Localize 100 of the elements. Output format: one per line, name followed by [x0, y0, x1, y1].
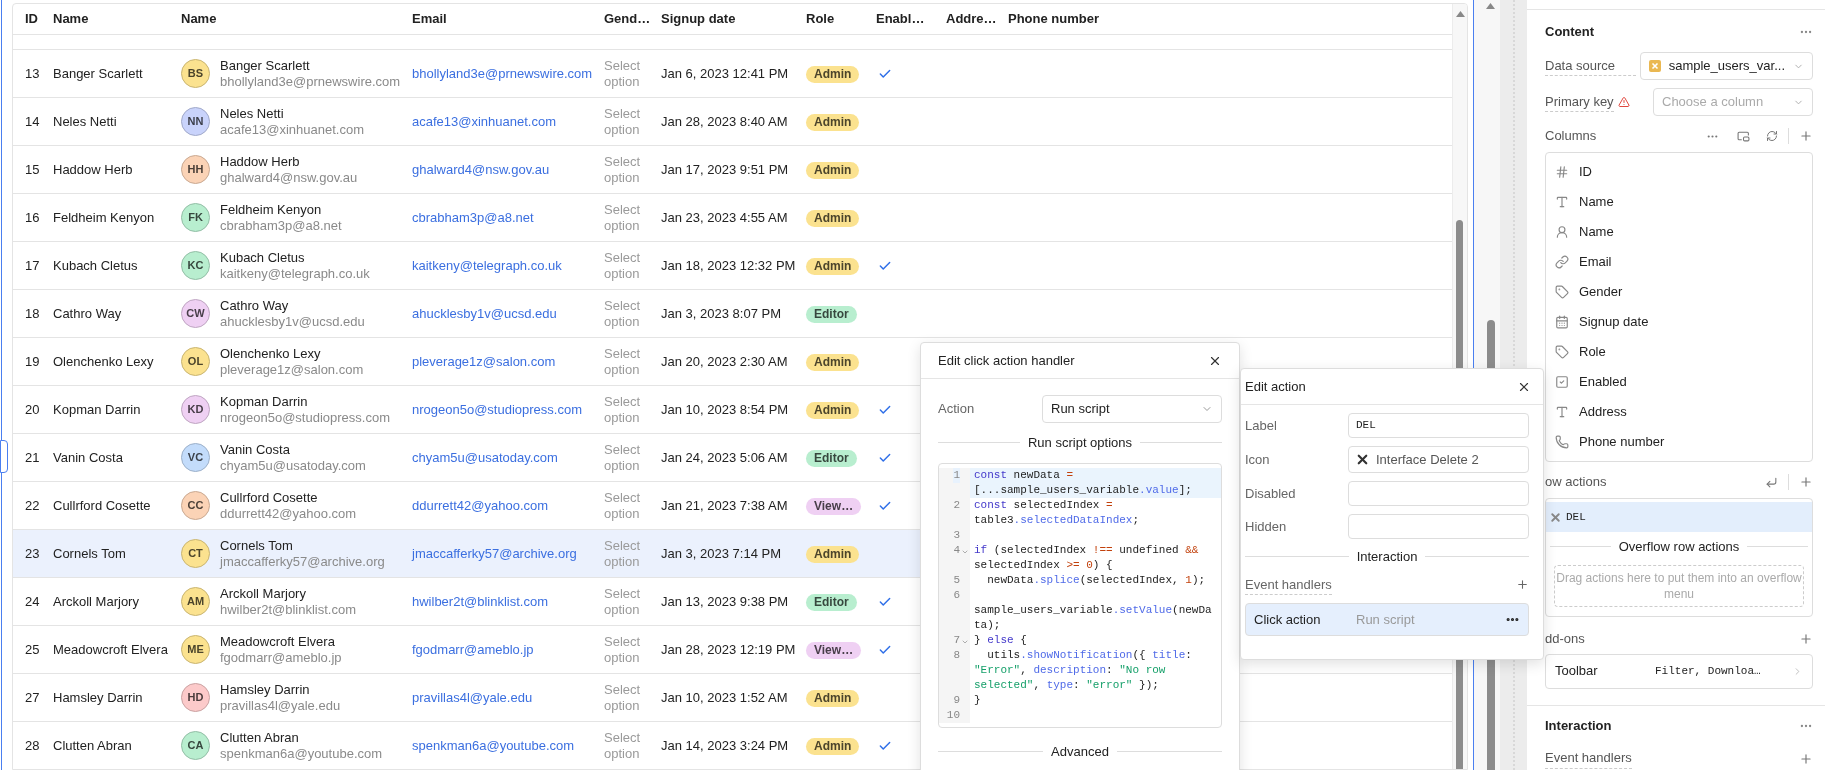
avatar: AM	[181, 587, 210, 616]
table-cell-text: 19	[24, 352, 41, 371]
table-cell-text: 27	[24, 688, 41, 707]
user-name: Cullrford Cosette	[220, 489, 319, 506]
table-cell-text: Jan 28, 2023 12:19 PM	[661, 640, 797, 659]
user-email: ddurrett42@yahoo.com	[220, 505, 357, 522]
line-number: 7	[953, 632, 960, 648]
table-cell-text: Cathro Way	[53, 304, 123, 323]
section-label: Columns	[1545, 127, 1597, 146]
user-email: nrogeon5o@studiopress.com	[220, 409, 390, 426]
role-tag: Admin	[806, 257, 860, 275]
user-name: Arckoll Marjory	[220, 585, 307, 602]
avatar: CT	[181, 539, 210, 568]
role-tag: Admin	[806, 161, 860, 179]
table-cell-text: Jan 10, 2023 8:54 PM	[661, 400, 790, 419]
role-tag: Editor	[806, 305, 857, 323]
role-tag: Admin	[806, 65, 860, 83]
line-number: 9	[953, 692, 960, 708]
table-cell-text: Haddow Herb	[53, 160, 134, 179]
table-cell-text: 25	[24, 640, 41, 659]
user-email: kaitkeny@telegraph.co.uk	[220, 265, 370, 282]
user-name: Olenchenko Lexy	[220, 345, 322, 362]
user-name: Vanin Costa	[220, 441, 291, 458]
code-line: const selectedIndex = table3.selectedDataIndex;	[973, 497, 1141, 528]
user-name: Banger Scarlett	[220, 57, 311, 74]
table-cell-text: Neles Netti	[53, 112, 118, 131]
role-tag: Editor	[806, 449, 857, 467]
field-label: Event handlers	[1245, 574, 1332, 595]
user-name: Kopman Darrin	[220, 393, 309, 410]
avatar: HH	[181, 155, 210, 184]
user-email: jmaccafferky57@archive.org	[220, 553, 385, 570]
user-email: hwilber2t@blinklist.com	[220, 601, 357, 618]
avatar: OL	[181, 347, 210, 376]
table-cell-text: Jan 14, 2023 3:24 PM	[661, 736, 790, 755]
user-email: spenkman6a@youtube.com	[220, 745, 383, 762]
user-name: Haddow Herb	[220, 153, 301, 170]
table-cell-text: Arckoll Marjory	[53, 592, 140, 611]
user-name: Hamsley Darrin	[220, 681, 311, 698]
avatar: KC	[181, 251, 210, 280]
table-cell-text: Meadowcroft Elvera	[53, 640, 169, 659]
section-heading: Advanced	[1051, 742, 1109, 761]
user-email: ghalward4@nsw.gov.au	[220, 169, 358, 186]
table-cell-text: 15	[24, 160, 41, 179]
table-cell-text: 28	[24, 736, 41, 755]
line-number: 1	[953, 467, 960, 483]
table-cell-text: Feldheim Kenyon	[53, 208, 156, 227]
table-cell-text: Banger Scarlett	[53, 64, 144, 83]
user-email: acafe13@xinhuanet.com	[220, 121, 364, 138]
table-cell-text: Jan 21, 2023 7:38 AM	[661, 496, 789, 515]
user-email: chyam5u@usatoday.com	[220, 457, 366, 474]
code-line: } else {	[973, 632, 1028, 648]
section-label: dd-ons	[1545, 629, 1585, 648]
table-cell-text: Kopman Darrin	[53, 400, 142, 419]
handler-action: Run script	[1356, 610, 1416, 629]
popover-title: Edit click action handler	[938, 351, 1075, 370]
table-cell-text: Jan 13, 2023 9:38 PM	[661, 592, 790, 611]
table-cell-text: Jan 24, 2023 5:06 AM	[661, 448, 789, 467]
table-cell-text: Hamsley Darrin	[53, 688, 144, 707]
section-heading: Overflow row actions	[1618, 538, 1740, 556]
table-cell-text: Olenchenko Lexy	[53, 352, 155, 371]
user-name: Clutten Abran	[220, 729, 300, 746]
section-heading: Interaction	[1356, 548, 1418, 566]
user-email: cbrabham3p@a8.net	[220, 217, 342, 234]
table-cell-text: Jan 18, 2023 12:32 PM	[661, 256, 797, 275]
section-title: Content	[1545, 23, 1595, 42]
table-cell-text: 21	[24, 448, 41, 467]
table-cell-text: Vanin Costa	[53, 448, 124, 467]
user-name: Cathro Way	[220, 297, 290, 314]
table-cell-text: Jan 3, 2023 8:07 PM	[661, 304, 782, 323]
role-tag: Admin	[806, 689, 860, 707]
avatar: CA	[181, 731, 210, 760]
table-cell-text: Jan 10, 2023 1:52 AM	[661, 688, 789, 707]
field-label: Disabled	[1245, 484, 1297, 503]
user-name: Neles Netti	[220, 105, 285, 122]
role-tag: Admin	[806, 209, 860, 227]
user-name: Cornels Tom	[220, 537, 294, 554]
avatar: FK	[181, 203, 210, 232]
avatar: NN	[181, 107, 210, 136]
table-cell-text: Jan 17, 2023 9:51 PM	[661, 160, 790, 179]
user-email: bhollyland3e@prnewswire.com	[220, 73, 401, 90]
table-cell-text: 17	[24, 256, 41, 275]
table-cell-text: 24	[24, 592, 41, 611]
table-cell-text: Jan 20, 2023 2:30 AM	[661, 352, 789, 371]
role-tag: View…	[806, 497, 862, 515]
user-email: ahucklesby1v@ucsd.edu	[220, 313, 365, 330]
avatar: CW	[181, 299, 210, 328]
section-heading: Run script options	[1027, 434, 1133, 452]
user-name: Kubach Cletus	[220, 249, 306, 266]
user-name: Feldheim Kenyon	[220, 201, 323, 218]
field-label: Data source	[1545, 55, 1636, 77]
table-cell-text: Kubach Cletus	[53, 256, 139, 275]
line-number: 4	[953, 542, 960, 558]
field-label: Icon	[1245, 450, 1271, 469]
avatar: VC	[181, 443, 210, 472]
role-tag: Admin	[806, 353, 860, 371]
line-number: 10	[946, 707, 960, 723]
field-label: Action	[938, 400, 976, 419]
table-cell-text: Clutten Abran	[53, 736, 133, 755]
table-cell-text: 16	[24, 208, 41, 227]
code-line: }	[973, 692, 982, 708]
